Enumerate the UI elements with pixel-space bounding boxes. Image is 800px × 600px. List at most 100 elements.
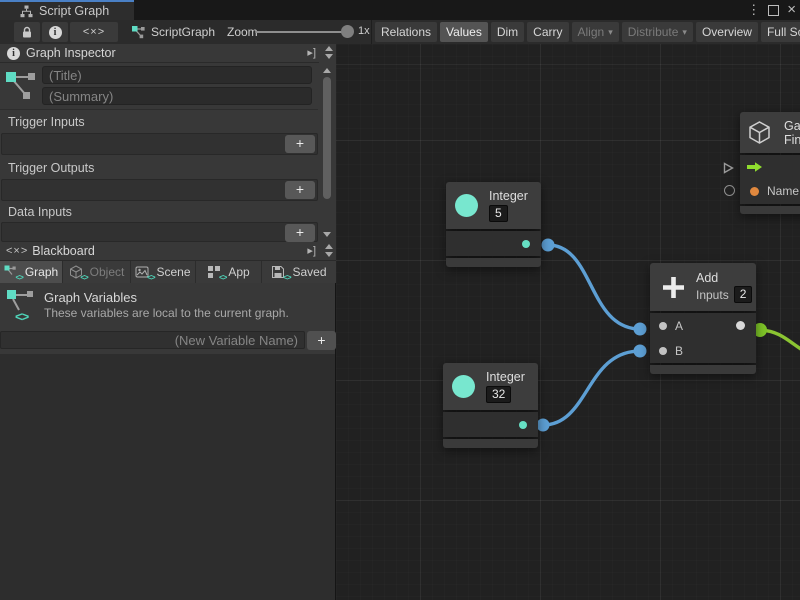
svg-text:<>: <> — [15, 309, 30, 324]
graph-canvas[interactable]: Integer 5 Integer 32 Add — [336, 44, 800, 600]
panel-title: Blackboard — [32, 244, 95, 258]
tab-script-graph[interactable]: Script Graph — [0, 2, 134, 20]
relations-button[interactable]: Relations — [375, 22, 437, 42]
dim-button[interactable]: Dim — [491, 22, 524, 42]
string-input-port[interactable] — [750, 187, 759, 196]
node-integer-32[interactable]: Integer 32 — [443, 363, 538, 448]
chevron-down-icon: ▾ — [682, 27, 687, 38]
new-variable-input[interactable] — [0, 331, 305, 349]
tab-scene[interactable]: <> Scene — [131, 261, 196, 283]
zoom-label: Zoom — [227, 25, 258, 39]
lock-button[interactable] — [14, 22, 40, 42]
graph-tree-icon — [20, 5, 33, 18]
node-title: Integer — [486, 370, 525, 384]
close-icon[interactable]: × — [787, 3, 796, 17]
script-graph-icon — [131, 25, 146, 40]
side-panel: i Graph Inspector ▸] Trigger Inputs + Tr… — [0, 44, 336, 600]
integer-value-field[interactable]: 5 — [489, 205, 508, 222]
wire-endpoint[interactable] — [634, 323, 647, 336]
node-gameobject-find[interactable]: GameObject Find Name — [740, 112, 800, 214]
scroll-down-icon[interactable] — [323, 232, 331, 237]
info-button[interactable]: i — [42, 22, 68, 42]
distribute-dropdown[interactable]: Distribute ▾ — [622, 22, 693, 42]
wire-endpoint[interactable] — [542, 239, 555, 252]
info-icon: i — [49, 26, 62, 39]
window-menu-icon[interactable]: ⋮ — [747, 2, 760, 18]
flow-arrow-icon[interactable] — [746, 161, 764, 173]
tab-saved[interactable]: <> Saved — [262, 261, 336, 283]
name-port-row: Name — [740, 179, 800, 203]
port-row-b: B — [650, 338, 756, 363]
blackboard-header: <×> Blackboard ▸] — [0, 242, 336, 261]
info-icon: i — [7, 47, 20, 60]
trigger-inputs-list: + — [1, 133, 318, 155]
graph-variables-title: Graph Variables — [44, 290, 137, 305]
dock-icon[interactable]: ▸] — [307, 244, 316, 257]
wire-integer32-to-add-b — [543, 351, 640, 425]
wire-endpoint[interactable] — [537, 419, 550, 432]
input-port-b[interactable] — [659, 347, 667, 355]
code-icon: <×> — [83, 26, 105, 38]
tab-graph[interactable]: <> Graph — [0, 261, 63, 283]
data-input-port[interactable] — [724, 185, 735, 196]
panel-scroll-arrows[interactable] — [325, 244, 333, 257]
trigger-outputs-label: Trigger Outputs — [8, 161, 94, 175]
node-title: Add — [696, 271, 752, 285]
add-data-input-button[interactable]: + — [285, 224, 315, 242]
align-dropdown[interactable]: Align ▾ — [572, 22, 619, 42]
blackboard-tabs: <> Graph <> Object <> Scene <> App <> Sa… — [0, 261, 336, 283]
graph-variables-description: These variables are local to the current… — [44, 306, 289, 320]
blackboard-empty-area — [0, 354, 335, 600]
zoom-slider-track[interactable] — [255, 31, 347, 33]
node-title: Integer — [489, 189, 528, 203]
output-port[interactable] — [736, 321, 745, 330]
integer-type-icon — [452, 375, 475, 398]
tab-app[interactable]: <> App — [196, 261, 262, 283]
values-button[interactable]: Values — [440, 22, 488, 42]
overview-button[interactable]: Overview — [696, 22, 758, 42]
data-inputs-list: + — [1, 222, 318, 242]
node-add[interactable]: Add Inputs 2 A B — [650, 263, 756, 374]
trigger-outputs-list: + — [1, 179, 318, 201]
graph-inspector-header: i Graph Inspector ▸] — [0, 44, 336, 63]
lock-icon — [21, 26, 33, 39]
inputs-label: Inputs — [696, 288, 729, 302]
carry-button[interactable]: Carry — [527, 22, 568, 42]
code-view-button[interactable]: <×> — [70, 22, 118, 42]
tab-title: Script Graph — [39, 4, 109, 18]
node-footer — [443, 439, 538, 448]
zoom-slider-handle[interactable] — [341, 25, 354, 38]
add-trigger-input-button[interactable]: + — [285, 135, 315, 153]
input-port-a[interactable] — [659, 322, 667, 330]
scrollbar-thumb[interactable] — [323, 77, 331, 199]
node-title: GameObject — [784, 119, 800, 133]
node-integer-5[interactable]: Integer 5 — [446, 182, 541, 267]
inputs-count-field[interactable]: 2 — [734, 286, 753, 303]
output-port[interactable] — [519, 421, 527, 429]
wire-endpoint[interactable] — [634, 345, 647, 358]
panel-scroll-arrows[interactable] — [325, 46, 333, 59]
inspector-scrollbar[interactable] — [319, 62, 336, 242]
port-label: Name — [767, 184, 799, 198]
tab-object[interactable]: <> Object — [63, 261, 131, 283]
port-row-a: A — [650, 313, 756, 338]
add-trigger-output-button[interactable]: + — [285, 181, 315, 199]
integer-value-field[interactable]: 32 — [486, 386, 511, 403]
dock-icon[interactable]: ▸] — [307, 46, 316, 59]
maximize-icon[interactable] — [768, 5, 779, 16]
code-icon: <×> — [6, 245, 28, 257]
full-screen-button[interactable]: Full Screen — [761, 22, 800, 42]
node-subtitle: Find — [784, 133, 800, 147]
trigger-inputs-label: Trigger Inputs — [8, 115, 85, 129]
graph-summary-input[interactable] — [42, 87, 312, 105]
gameobject-cube-icon — [747, 120, 772, 145]
integer-type-icon — [455, 194, 478, 217]
graph-toolbar: i <×> ScriptGraph Zoom 1x Relations Valu… — [0, 20, 800, 45]
window-tab-bar: Script Graph ⋮ × — [0, 0, 800, 20]
graph-title-input[interactable] — [42, 66, 312, 84]
add-variable-button[interactable]: + — [307, 331, 336, 350]
output-port[interactable] — [522, 240, 530, 248]
add-icon — [660, 274, 687, 301]
scroll-up-icon[interactable] — [323, 68, 331, 73]
flow-input-port[interactable] — [722, 161, 735, 175]
